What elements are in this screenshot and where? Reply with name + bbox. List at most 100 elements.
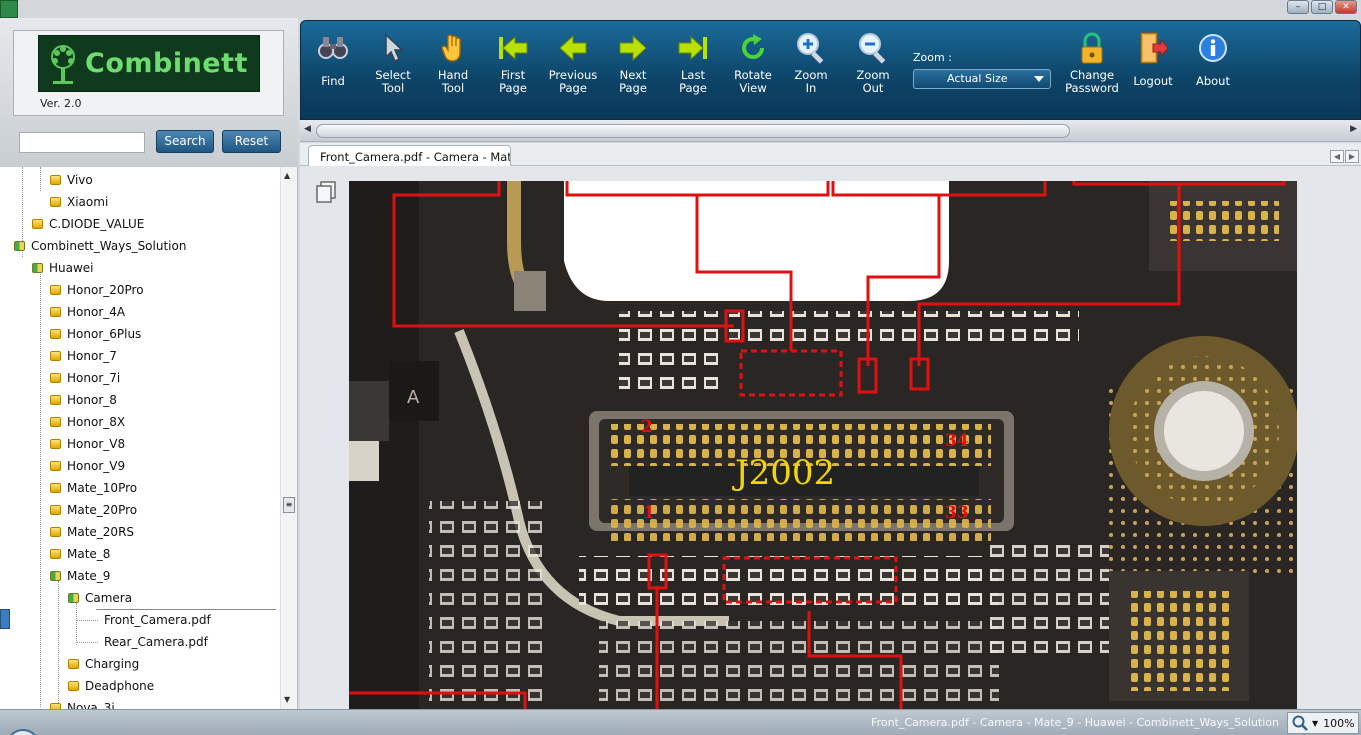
folder-icon	[50, 307, 61, 317]
tree-item-mate-20rs[interactable]: Mate_20RS	[50, 521, 134, 543]
scroll-right-icon[interactable]: ▶	[1350, 124, 1357, 134]
last-page-button[interactable]: Last Page	[661, 31, 725, 95]
lock-icon	[1081, 32, 1103, 64]
toolbar: Find Select Tool Hand Tool First Page Pr…	[300, 20, 1361, 120]
tree-item-front-camera-pdf[interactable]: Front_Camera.pdf	[104, 609, 211, 631]
toolbar-scrollbar-thumb[interactable]	[316, 124, 1070, 138]
logout-door-icon	[1140, 32, 1169, 64]
tree-item-honor-7[interactable]: Honor_7	[50, 345, 117, 367]
zoom-select[interactable]: Actual Size	[913, 69, 1051, 89]
tree-item-vivo[interactable]: Vivo	[50, 169, 93, 191]
pdf-page: A J2002 2 34 1 33	[349, 181, 1297, 709]
tree-item-honor-6plus[interactable]: Honor_6Plus	[50, 323, 141, 345]
toolbar-scrollbar[interactable]: ◀ ▶	[300, 120, 1361, 142]
tree-item-honor-v8[interactable]: Honor_V8	[50, 433, 125, 455]
tree-item-camera[interactable]: Camera	[68, 587, 132, 609]
maximize-button[interactable]: □	[1311, 0, 1333, 14]
tree-item-honor-8[interactable]: Honor_8	[50, 389, 117, 411]
search-input[interactable]	[19, 132, 145, 153]
tree-item-mate-9[interactable]: Mate_9	[50, 565, 110, 587]
next-page-button[interactable]: Next Page	[601, 31, 665, 95]
logo-text: Combinett	[85, 48, 248, 79]
find-button[interactable]: Find	[301, 31, 365, 88]
folder-open-icon	[32, 263, 43, 273]
zoom-label: Zoom :	[913, 51, 952, 64]
tree-scrollbar-thumb[interactable]: ≡	[283, 497, 295, 513]
tree-item-rear-camera-pdf[interactable]: Rear_Camera.pdf	[104, 631, 208, 653]
version-label: Ver. 2.0	[40, 97, 82, 110]
scroll-up-icon[interactable]: ▲	[284, 171, 290, 180]
app-icon	[0, 0, 18, 18]
folder-icon	[50, 527, 61, 537]
hand-tool-button[interactable]: Hand Tool	[421, 31, 485, 95]
status-bar: Front_Camera.pdf - Camera - Mate_9 - Hua…	[0, 709, 1361, 735]
pin-label-bottom-right: 33	[945, 503, 969, 523]
folder-open-icon	[68, 593, 79, 603]
folder-icon	[50, 439, 61, 449]
scroll-left-icon[interactable]: ◀	[304, 124, 311, 134]
tree-item-mate-8[interactable]: Mate_8	[50, 543, 110, 565]
last-page-icon	[678, 35, 707, 61]
zoom-out-button[interactable]: Zoom Out	[841, 31, 905, 95]
search-button[interactable]: Search	[156, 130, 214, 153]
tree-item-honor-4a[interactable]: Honor_4A	[50, 301, 125, 323]
tree-item-combinett-ways-solution[interactable]: Combinett_Ways_Solution	[14, 235, 186, 257]
folder-icon	[68, 659, 79, 669]
tree-item-mate-20pro[interactable]: Mate_20Pro	[50, 499, 137, 521]
folder-icon	[32, 219, 43, 229]
pages-panel-icon[interactable]	[314, 180, 338, 204]
pin-label-top-left: 2	[641, 417, 653, 437]
reset-button[interactable]: Reset	[222, 130, 281, 153]
tree-item-deadphone[interactable]: Deadphone	[68, 675, 154, 697]
tree-splitter-handle[interactable]	[0, 609, 10, 629]
tree-item-c-diode-value[interactable]: C.DIODE_VALUE	[32, 213, 144, 235]
folder-icon	[50, 197, 61, 207]
tree-item-honor-v9[interactable]: Honor_V9	[50, 455, 125, 477]
document-viewer[interactable]: A J2002 2 34 1 33	[300, 166, 1361, 709]
folder-icon	[50, 461, 61, 471]
connector-label: J2002	[735, 453, 836, 493]
folder-icon	[50, 329, 61, 339]
folder-icon	[50, 417, 61, 427]
previous-page-button[interactable]: Previous Page	[541, 31, 605, 95]
tree-item-honor-8x[interactable]: Honor_8X	[50, 411, 125, 433]
scroll-down-icon[interactable]: ▼	[284, 695, 290, 704]
pcb-image: A	[349, 181, 1297, 709]
first-page-icon	[499, 35, 528, 61]
folder-icon	[50, 395, 61, 405]
tab-front-camera-pdf[interactable]: Front_Camera.pdf - Camera - Mate_9	[308, 145, 511, 166]
tree-item-xiaomi[interactable]: Xiaomi	[50, 191, 108, 213]
status-path: Front_Camera.pdf - Camera - Mate_9 - Hua…	[871, 716, 1279, 729]
tree-logo-icon	[51, 44, 75, 84]
tab-next-icon[interactable]: ▶	[1345, 150, 1359, 163]
close-button[interactable]: ✕	[1335, 0, 1357, 14]
hand-icon	[441, 34, 461, 62]
file-tree: Vivo Xiaomi C.DIODE_VALUE Combinett_Ways…	[0, 166, 298, 709]
tree-scrollbar[interactable]: ▲ ≡ ▼	[280, 167, 297, 709]
tree-item-honor-20pro[interactable]: Honor_20Pro	[50, 279, 144, 301]
status-zoom-control[interactable]: ▼ 100%	[1287, 712, 1359, 734]
document-tabbar: Front_Camera.pdf - Camera - Mate_9 ◀ ▶	[300, 143, 1361, 166]
folder-icon	[50, 549, 61, 559]
tree-item-honor-7i[interactable]: Honor_7i	[50, 367, 120, 389]
pin-label-top-right: 34	[945, 431, 969, 451]
tab-navigation: ◀ ▶	[1330, 150, 1359, 163]
zoom-in-button[interactable]: Zoom In	[779, 31, 843, 95]
chevron-down-icon: ▼	[1312, 718, 1319, 728]
tree-item-charging[interactable]: Charging	[68, 653, 139, 675]
select-tool-button[interactable]: Select Tool	[361, 31, 425, 95]
folder-icon	[50, 373, 61, 383]
folder-icon	[50, 483, 61, 493]
arrow-right-icon	[619, 34, 647, 62]
minimize-button[interactable]: –	[1287, 0, 1309, 14]
change-password-button[interactable]: Change Password	[1060, 31, 1124, 95]
pin-label-bottom-left: 1	[643, 503, 655, 523]
tree-item-mate-10pro[interactable]: Mate_10Pro	[50, 477, 137, 499]
rotate-icon	[742, 34, 764, 59]
logout-button[interactable]: Logout	[1121, 31, 1185, 88]
about-button[interactable]: About	[1181, 31, 1245, 88]
tree-item-nova-3i[interactable]: Nova_3i	[50, 697, 115, 709]
first-page-button[interactable]: First Page	[481, 31, 545, 95]
tab-prev-icon[interactable]: ◀	[1330, 150, 1344, 163]
tree-item-huawei[interactable]: Huawei	[32, 257, 94, 279]
